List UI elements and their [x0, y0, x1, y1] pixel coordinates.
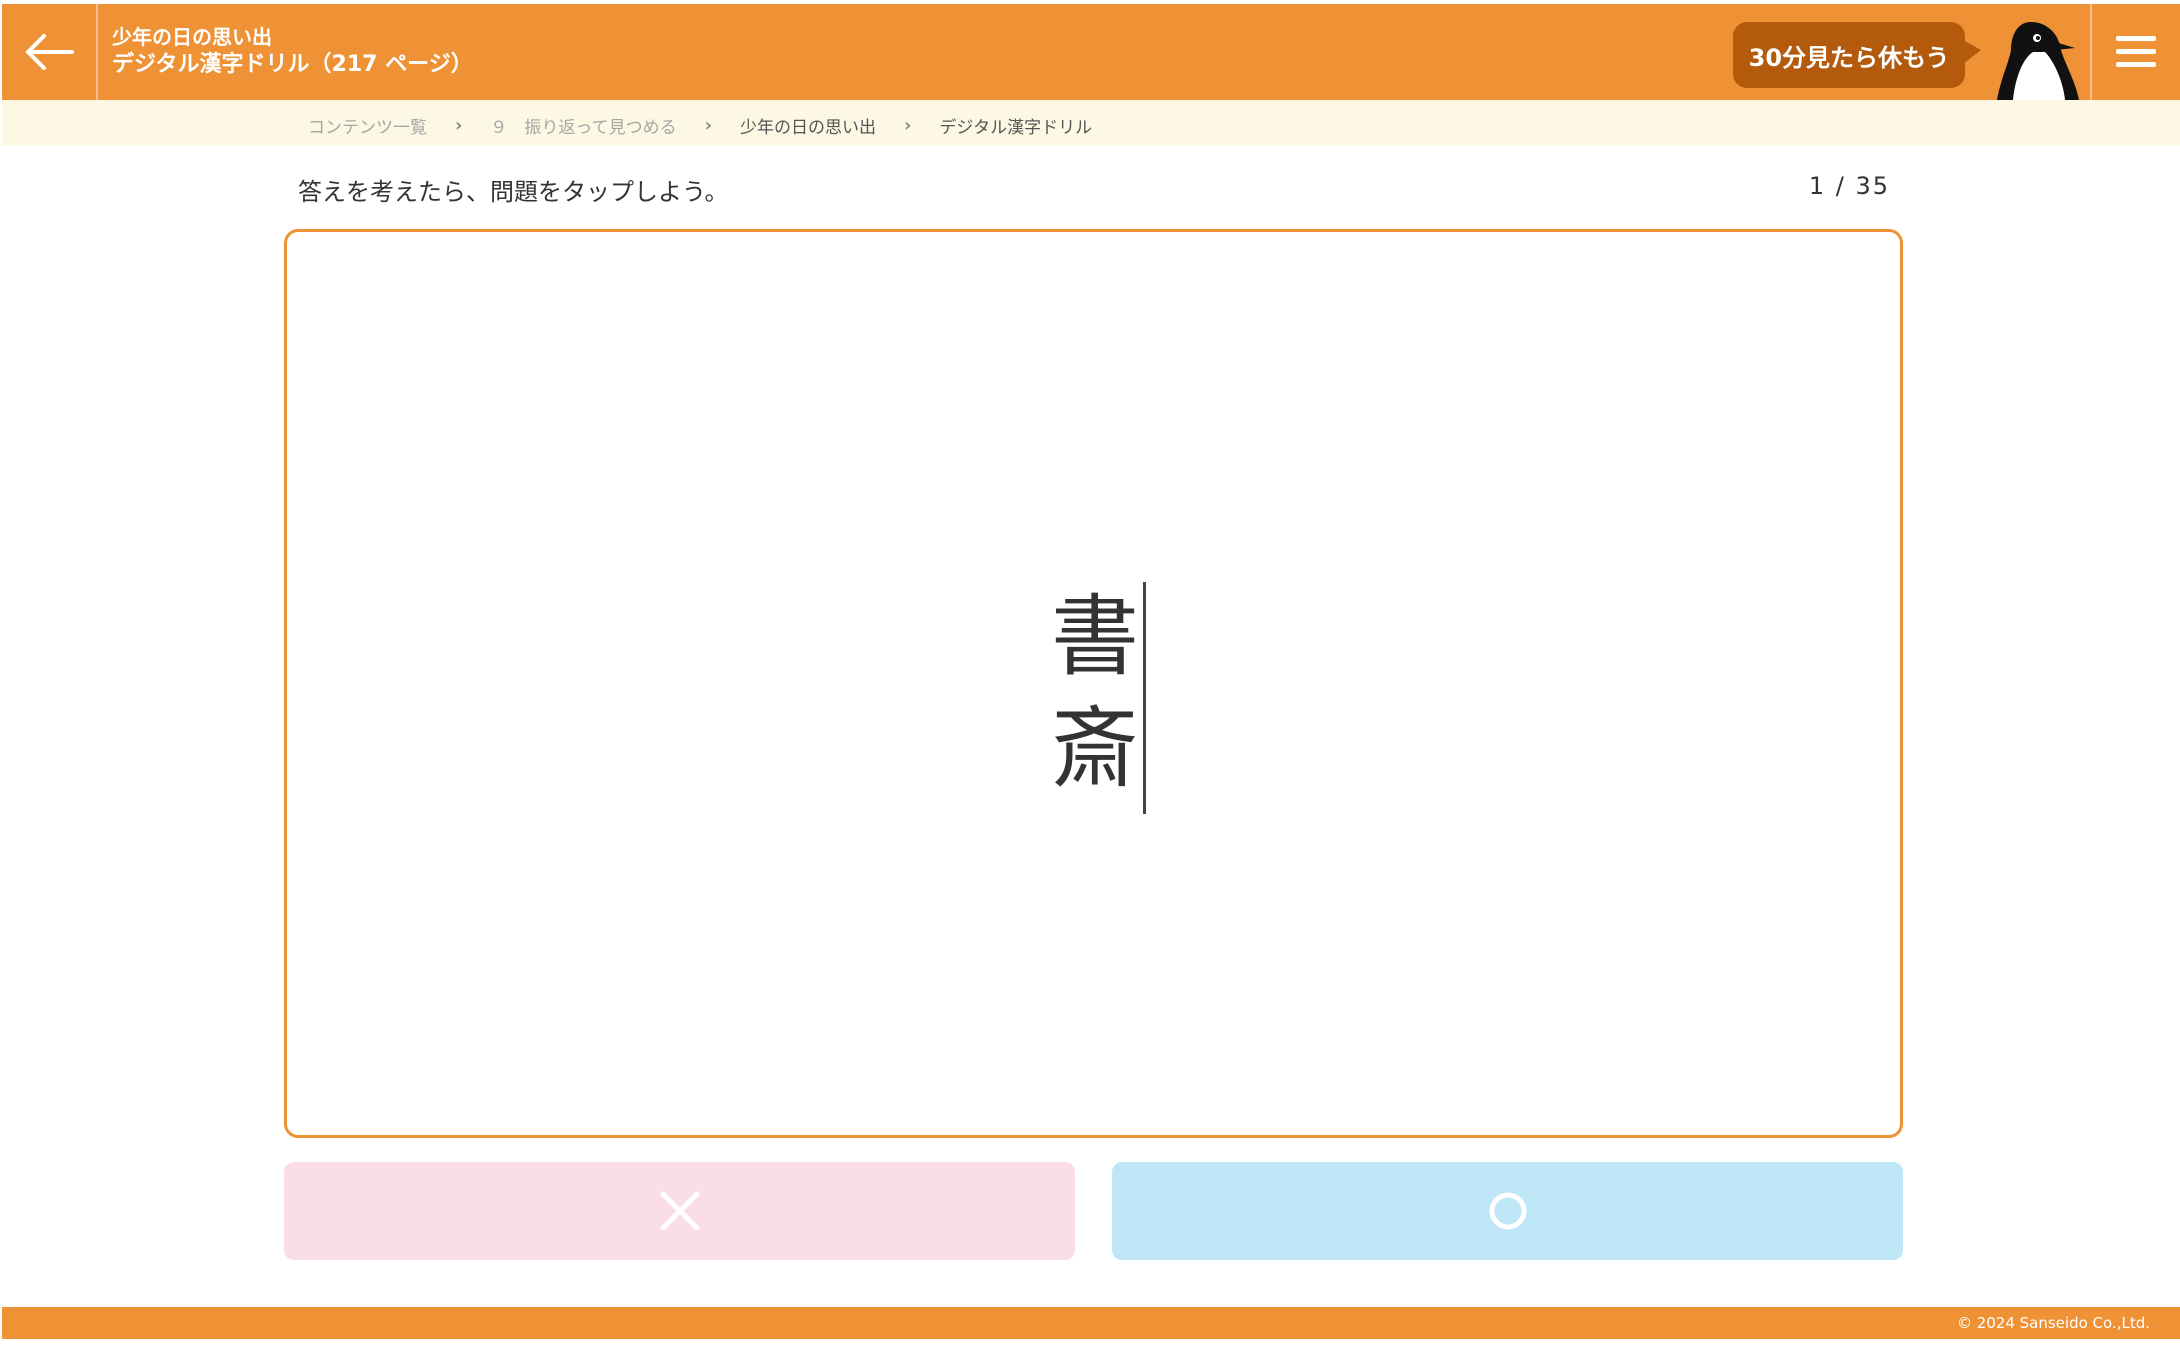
- page-subtitle: 少年の日の思い出: [112, 25, 272, 49]
- breadcrumb: コンテンツ一覧 › ９ 振り返って見つめる › 少年の日の思い出 › デジタル漢…: [308, 113, 1092, 138]
- penguin-icon: [1997, 22, 2079, 100]
- title-block: 少年の日の思い出 デジタル漢字ドリル（217 ページ）: [112, 24, 473, 80]
- kanji-word: 書 斎: [1050, 581, 1140, 805]
- breadcrumb-item-lesson[interactable]: 少年の日の思い出: [740, 113, 876, 138]
- wrong-answer-button[interactable]: [284, 1162, 1075, 1260]
- page-title: デジタル漢字ドリル（217 ページ）: [112, 52, 473, 77]
- cross-icon: [660, 1191, 699, 1231]
- question-card[interactable]: 書 斎: [284, 229, 1903, 1138]
- reading-line: [1143, 582, 1146, 814]
- circle-icon: [1489, 1192, 1526, 1230]
- kanji-char: 斎: [1050, 697, 1139, 800]
- breadcrumb-item-contents[interactable]: コンテンツ一覧: [308, 113, 427, 138]
- break-reminder-bubble: 30分見たら休もう: [1733, 22, 1981, 88]
- app-footer: © 2024 Sanseido Co.,Ltd.: [2, 1307, 2180, 1339]
- breadcrumb-item-current: デジタル漢字ドリル: [939, 118, 1093, 138]
- breadcrumb-bar: コンテンツ一覧 › ９ 振り返って見つめる › 少年の日の思い出 › デジタル漢…: [2, 100, 2180, 146]
- back-button[interactable]: [2, 4, 98, 100]
- chevron-right-icon: ›: [904, 115, 912, 136]
- app-header: 少年の日の思い出 デジタル漢字ドリル（217 ページ） 30分見たら休もう: [2, 4, 2180, 100]
- arrow-left-icon: [26, 34, 74, 70]
- breadcrumb-item-unit[interactable]: ９ 振り返って見つめる: [490, 113, 676, 138]
- question-counter: 1 / 35: [1808, 172, 1890, 200]
- menu-button[interactable]: [2090, 4, 2180, 100]
- chevron-right-icon: ›: [704, 115, 712, 136]
- copyright-text: © 2024 Sanseido Co.,Ltd.: [1956, 1314, 2150, 1332]
- hamburger-menu-icon: [2116, 36, 2156, 67]
- chevron-right-icon: ›: [455, 115, 463, 136]
- correct-answer-button[interactable]: [1112, 1162, 1903, 1260]
- kanji-char: 書: [1050, 585, 1139, 688]
- quiz-instruction: 答えを考えたら、問題をタップしよう。: [298, 178, 729, 206]
